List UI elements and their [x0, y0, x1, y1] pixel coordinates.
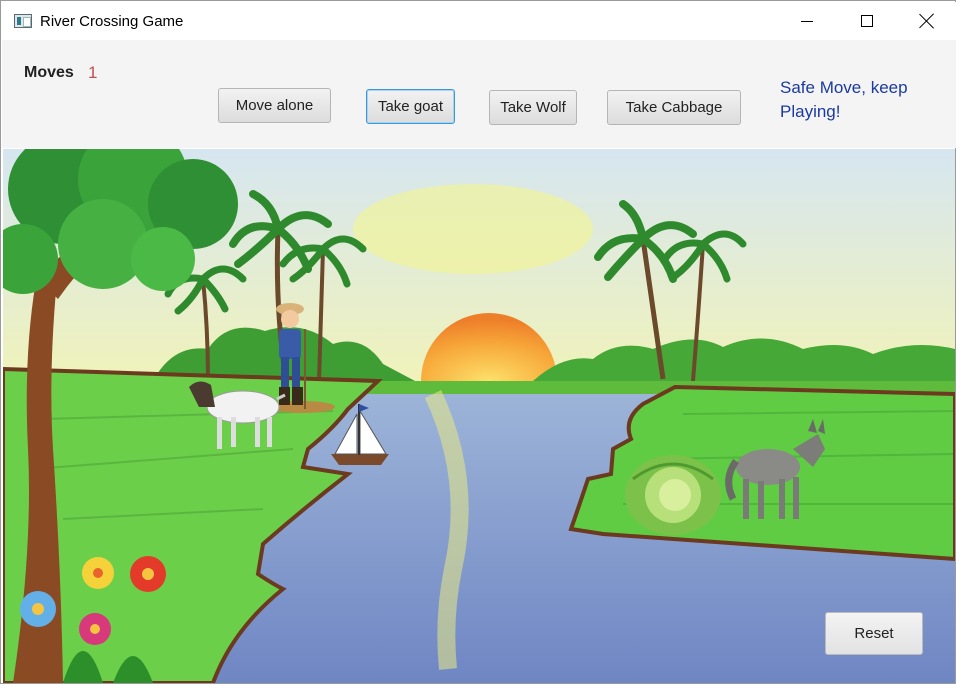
control-panel: Moves 1 Move alone Take goat Take Wolf T…: [2, 40, 956, 148]
close-icon: [919, 13, 935, 29]
game-scene: [3, 149, 955, 683]
moves-label: Moves: [24, 64, 74, 81]
move-alone-button[interactable]: Move alone: [218, 88, 331, 123]
app-window: River Crossing Game Moves 1 Move alone T…: [0, 0, 956, 684]
maximize-icon: [861, 15, 873, 27]
moves-counter: 1: [88, 63, 98, 82]
maximize-button[interactable]: [838, 2, 896, 40]
app-icon: [14, 14, 32, 28]
reset-button[interactable]: Reset: [825, 612, 923, 655]
title-bar: River Crossing Game: [2, 2, 956, 40]
river-scene-illustration: [3, 149, 955, 683]
cabbage: [625, 455, 721, 535]
close-button[interactable]: [898, 2, 956, 40]
take-wolf-button[interactable]: Take Wolf: [489, 90, 577, 125]
take-goat-button[interactable]: Take goat: [366, 89, 455, 124]
minimize-icon: [801, 21, 813, 22]
status-message: Safe Move, keep Playing!: [780, 78, 908, 121]
window-title: River Crossing Game: [40, 13, 184, 30]
take-cabbage-button[interactable]: Take Cabbage: [607, 90, 741, 125]
minimize-button[interactable]: [778, 2, 836, 40]
